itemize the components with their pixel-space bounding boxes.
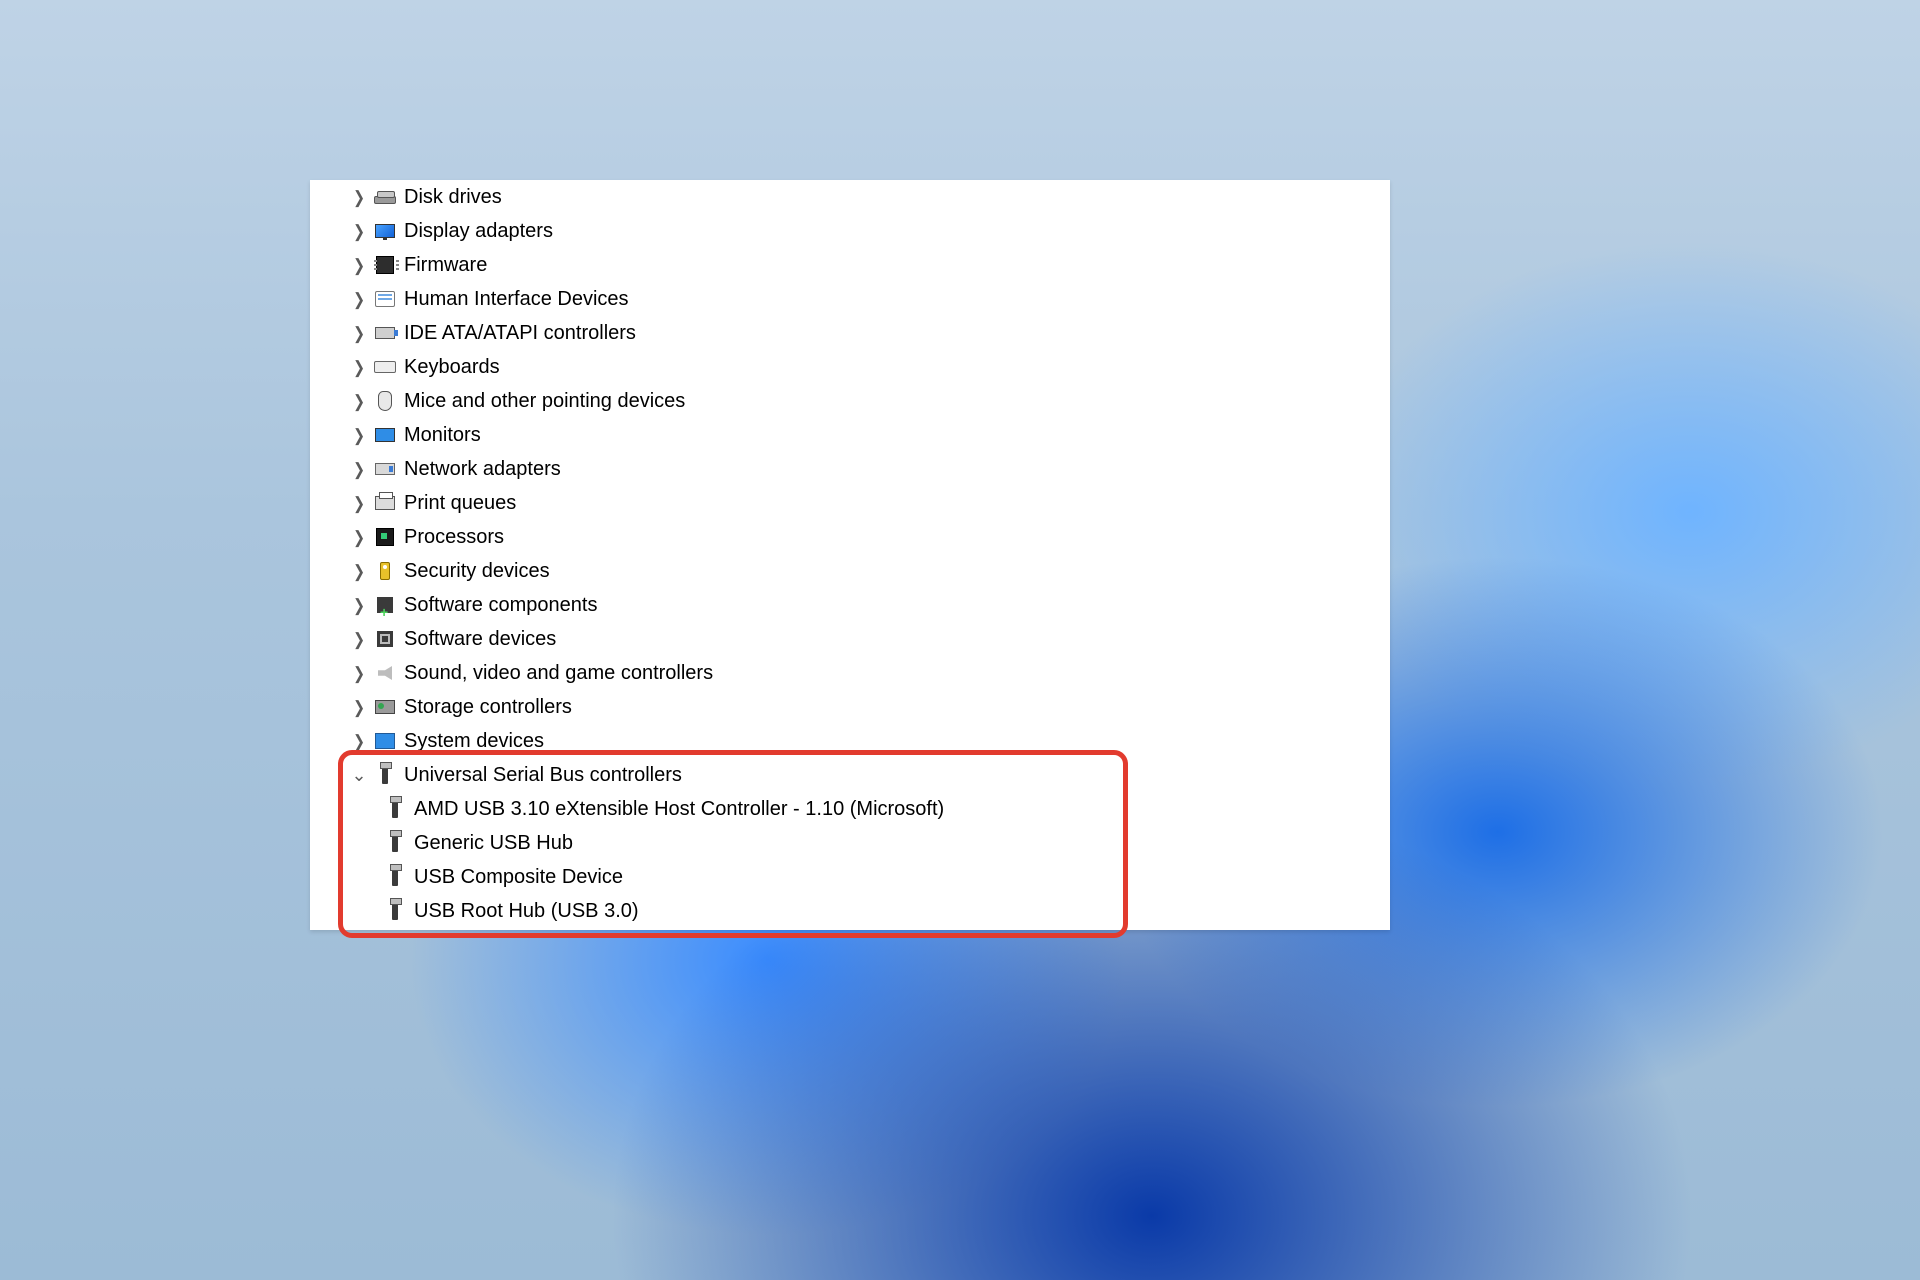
- device-tree: Disk drives Display adapters Firmware Hu…: [350, 180, 1390, 928]
- expand-icon[interactable]: [350, 214, 368, 248]
- tree-category-security-devices[interactable]: Security devices: [350, 554, 1390, 588]
- expand-icon[interactable]: [350, 486, 368, 520]
- usb-icon: [384, 866, 406, 888]
- collapse-icon[interactable]: [350, 758, 368, 793]
- category-label: System devices: [404, 724, 544, 758]
- expand-icon[interactable]: [350, 248, 368, 282]
- category-label: Mice and other pointing devices: [404, 384, 685, 418]
- tree-item-usb-composite-device[interactable]: USB Composite Device: [350, 860, 1390, 894]
- display-adapter-icon: [374, 220, 396, 242]
- expand-icon[interactable]: [350, 622, 368, 656]
- tree-category-usb-controllers[interactable]: Universal Serial Bus controllers: [350, 758, 1390, 792]
- category-label: Security devices: [404, 554, 550, 588]
- expand-icon[interactable]: [350, 656, 368, 690]
- category-label: Keyboards: [404, 350, 500, 384]
- category-label: Storage controllers: [404, 690, 572, 724]
- storage-controller-icon: [374, 696, 396, 718]
- tree-category-ide[interactable]: IDE ATA/ATAPI controllers: [350, 316, 1390, 350]
- network-adapter-icon: [374, 458, 396, 480]
- tree-category-network-adapters[interactable]: Network adapters: [350, 452, 1390, 486]
- tree-category-hid[interactable]: Human Interface Devices: [350, 282, 1390, 316]
- tree-category-monitors[interactable]: Monitors: [350, 418, 1390, 452]
- software-component-icon: [374, 594, 396, 616]
- expand-icon[interactable]: [350, 588, 368, 622]
- usb-icon: [384, 798, 406, 820]
- usb-icon: [384, 832, 406, 854]
- category-label: Sound, video and game controllers: [404, 656, 713, 690]
- disk-drive-icon: [374, 186, 396, 208]
- tree-category-storage-controllers[interactable]: Storage controllers: [350, 690, 1390, 724]
- tree-category-system-devices[interactable]: System devices: [350, 724, 1390, 758]
- device-label: USB Composite Device: [414, 860, 623, 894]
- expand-icon[interactable]: [350, 690, 368, 724]
- tree-item-generic-usb-hub[interactable]: Generic USB Hub: [350, 826, 1390, 860]
- category-label: Human Interface Devices: [404, 282, 629, 316]
- category-label: Firmware: [404, 248, 487, 282]
- category-label: IDE ATA/ATAPI controllers: [404, 316, 636, 350]
- security-device-icon: [374, 560, 396, 582]
- tree-category-processors[interactable]: Processors: [350, 520, 1390, 554]
- tree-category-sound[interactable]: Sound, video and game controllers: [350, 656, 1390, 690]
- device-label: AMD USB 3.10 eXtensible Host Controller …: [414, 792, 944, 826]
- device-label: USB Root Hub (USB 3.0): [414, 894, 639, 928]
- expand-icon[interactable]: [350, 180, 368, 214]
- expand-icon[interactable]: [350, 520, 368, 554]
- tree-item-usb-root-hub[interactable]: USB Root Hub (USB 3.0): [350, 894, 1390, 928]
- expand-icon[interactable]: [350, 418, 368, 452]
- expand-icon[interactable]: [350, 282, 368, 316]
- expand-icon[interactable]: [350, 452, 368, 486]
- firmware-icon: [374, 254, 396, 276]
- tree-category-disk-drives[interactable]: Disk drives: [350, 180, 1390, 214]
- expand-icon[interactable]: [350, 724, 368, 758]
- category-label: Disk drives: [404, 180, 502, 214]
- keyboard-icon: [374, 356, 396, 378]
- category-label: Display adapters: [404, 214, 553, 248]
- expand-icon[interactable]: [350, 316, 368, 350]
- tree-category-mice[interactable]: Mice and other pointing devices: [350, 384, 1390, 418]
- tree-category-firmware[interactable]: Firmware: [350, 248, 1390, 282]
- tree-category-print-queues[interactable]: Print queues: [350, 486, 1390, 520]
- printer-icon: [374, 492, 396, 514]
- category-label: Software devices: [404, 622, 556, 656]
- expand-icon[interactable]: [350, 384, 368, 418]
- device-label: Generic USB Hub: [414, 826, 573, 860]
- category-label: Processors: [404, 520, 504, 554]
- device-manager-panel: Disk drives Display adapters Firmware Hu…: [310, 180, 1390, 930]
- processor-icon: [374, 526, 396, 548]
- expand-icon[interactable]: [350, 350, 368, 384]
- hid-icon: [374, 288, 396, 310]
- category-label: Software components: [404, 588, 597, 622]
- tree-category-software-components[interactable]: Software components: [350, 588, 1390, 622]
- category-label: Monitors: [404, 418, 481, 452]
- ide-icon: [374, 322, 396, 344]
- category-label: Print queues: [404, 486, 516, 520]
- usb-icon: [374, 764, 396, 786]
- tree-category-software-devices[interactable]: Software devices: [350, 622, 1390, 656]
- tree-category-keyboards[interactable]: Keyboards: [350, 350, 1390, 384]
- category-label: Network adapters: [404, 452, 561, 486]
- tree-category-display-adapters[interactable]: Display adapters: [350, 214, 1390, 248]
- system-device-icon: [374, 730, 396, 752]
- mouse-icon: [374, 390, 396, 412]
- monitor-icon: [374, 424, 396, 446]
- expand-icon[interactable]: [350, 554, 368, 588]
- category-label: Universal Serial Bus controllers: [404, 758, 682, 792]
- usb-icon: [384, 900, 406, 922]
- sound-icon: [374, 662, 396, 684]
- tree-item-amd-usb-xhci[interactable]: AMD USB 3.10 eXtensible Host Controller …: [350, 792, 1390, 826]
- software-device-icon: [374, 628, 396, 650]
